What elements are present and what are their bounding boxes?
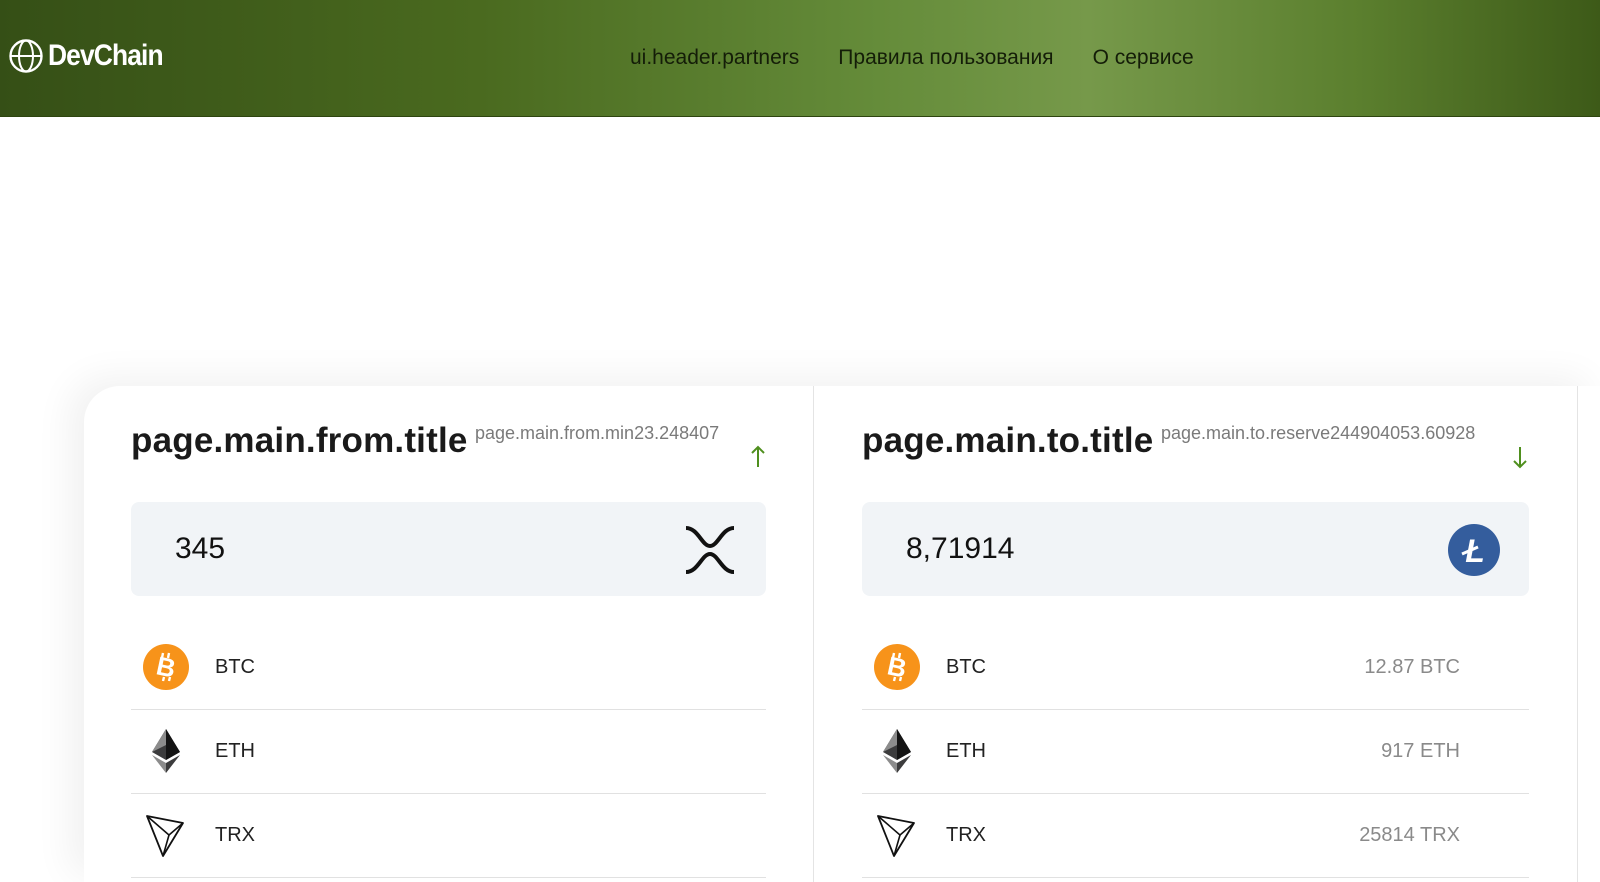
logo-text: DevChain [48, 39, 164, 72]
from-min-hint: page.main.from.min23.248407 [475, 423, 720, 443]
list-item-eth[interactable]: ETH 917 ETH [862, 710, 1529, 794]
tron-icon [877, 815, 915, 857]
bitcoin-icon: B [874, 644, 920, 690]
currency-name: ETH [215, 740, 255, 762]
litecoin-icon[interactable]: L [1448, 524, 1500, 576]
from-amount-input[interactable] [175, 502, 475, 596]
from-title: page.main.from.title [131, 421, 468, 460]
ethereum-icon [883, 729, 911, 773]
currency-reserve: 917 ETH [1381, 740, 1460, 762]
nav-link-terms[interactable]: Правила пользования [838, 44, 1053, 72]
to-reserve-hint: page.main.to.reserve244904053.60928 [1161, 423, 1476, 443]
currency-name: ETH [946, 740, 986, 762]
nav-link-about[interactable]: О сервисе [1093, 44, 1194, 72]
xrp-icon[interactable] [684, 524, 736, 576]
tron-icon [146, 815, 184, 857]
currency-name: BTC [215, 656, 255, 678]
nav-link-partners[interactable]: ui.header.partners [630, 44, 799, 72]
list-item-eth[interactable]: ETH [131, 710, 766, 794]
currency-name: TRX [215, 824, 255, 846]
arrow-up-icon [751, 445, 765, 467]
currency-reserve: 25814 TRX [1359, 824, 1460, 846]
list-item-trx[interactable]: TRX [131, 794, 766, 878]
to-amount-input[interactable] [906, 502, 1206, 596]
ethereum-icon [152, 729, 180, 773]
main-nav: ui.header.partners Правила пользования О… [630, 44, 1233, 72]
list-item-btc[interactable]: B BTC 12.87 BTC [862, 626, 1529, 710]
list-item-btc[interactable]: B BTC [131, 626, 766, 710]
currency-reserve: 12.87 BTC [1364, 656, 1460, 678]
globe-icon [9, 39, 43, 73]
currency-name: BTC [946, 656, 986, 678]
currency-name: TRX [946, 824, 986, 846]
panel-divider [813, 386, 814, 882]
logo[interactable]: DevChain [8, 38, 178, 74]
panel-divider-right [1577, 386, 1578, 882]
bitcoin-icon: B [143, 644, 189, 690]
from-amount-box [131, 502, 766, 596]
arrow-down-icon [1513, 447, 1527, 469]
list-item-trx[interactable]: TRX 25814 TRX [862, 794, 1529, 878]
to-amount-box: L [862, 502, 1529, 596]
site-header: DevChain ui.header.partners Правила поль… [0, 0, 1600, 117]
to-title: page.main.to.title [862, 421, 1154, 460]
